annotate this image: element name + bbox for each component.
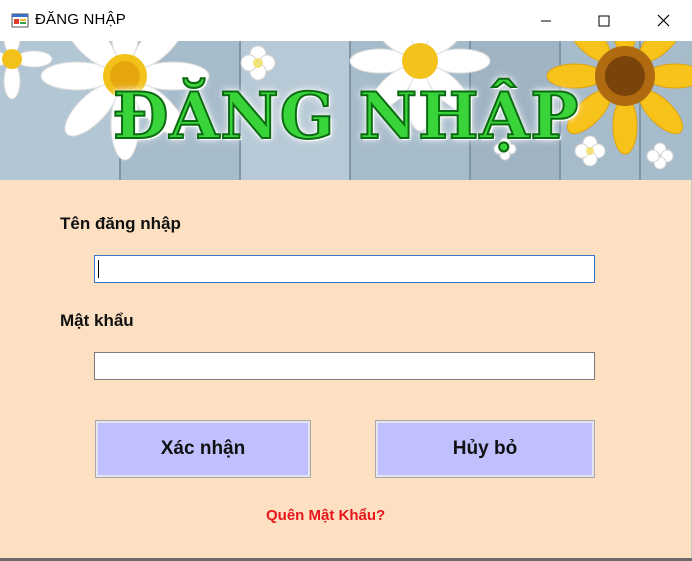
password-input[interactable] [94,352,595,380]
banner-title: ĐĂNG NHẬP [112,78,580,155]
title-bar: ĐĂNG NHẬP [0,0,692,41]
maximize-icon [598,15,610,26]
close-button[interactable] [634,0,692,41]
maximize-button[interactable] [575,0,633,41]
username-input[interactable] [94,255,595,283]
minimize-button[interactable] [517,0,575,41]
password-label: Mật khẩu [60,311,134,330]
minimize-icon [541,20,551,21]
login-window: ĐĂNG NHẬP ĐĂNG NHẬP Tên đăng nhập Mật kh… [0,0,692,561]
text-caret [98,260,99,278]
confirm-button[interactable]: Xác nhận [95,420,311,478]
cancel-button[interactable]: Hủy bỏ [375,420,595,478]
username-label: Tên đăng nhập [60,214,181,233]
header-banner: ĐĂNG NHẬP [0,41,692,180]
window-title: ĐĂNG NHẬP [35,11,126,28]
forgot-password-link[interactable]: Quên Mật Khẩu? [266,507,385,524]
close-icon [657,14,669,27]
app-icon [11,13,29,28]
